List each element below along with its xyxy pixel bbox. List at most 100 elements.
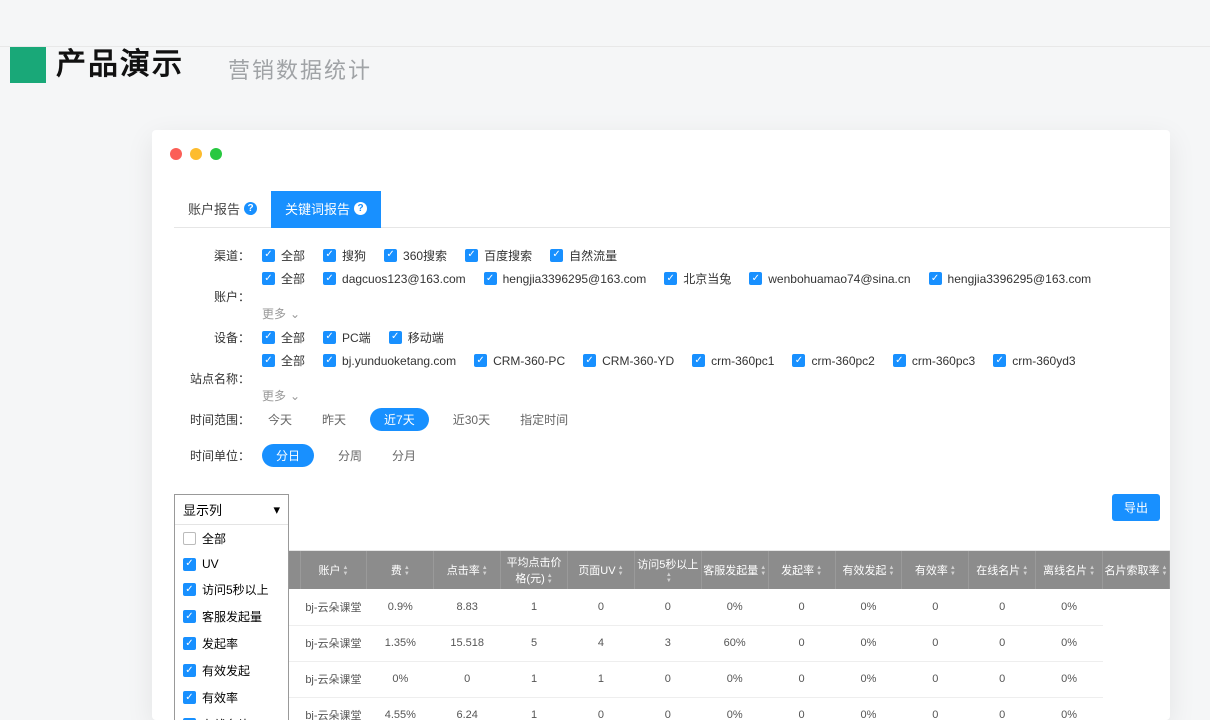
dropdown-item[interactable]: 全部 — [175, 525, 288, 552]
table-row: 线bj-云朵课堂0%01100%00%000% — [174, 661, 1170, 697]
dropdown-item-label: 访问5秒以上 — [202, 581, 269, 598]
checkbox-icon: ✓ — [749, 272, 762, 285]
checkbox-item[interactable]: ✓ wenbohuamao74@sina.cn — [749, 272, 910, 286]
tab-keyword-report[interactable]: 关键词报告 ? — [271, 191, 381, 228]
table-cell: bj-云朵课堂 — [300, 589, 367, 625]
checkbox-item[interactable]: ✓crm-360pc3 — [893, 354, 975, 368]
checkbox-item[interactable]: ✓CRM-360-PC — [474, 354, 565, 368]
dropdown-item[interactable]: ✓发起率 — [175, 630, 288, 657]
table-header[interactable]: 费 — [367, 551, 434, 589]
table-header[interactable]: 客服发起量 — [701, 551, 768, 589]
tab-account-report[interactable]: 账户报告 ? — [174, 191, 271, 228]
range-option[interactable]: 今天 — [262, 408, 298, 431]
checkbox-label: crm-360pc3 — [912, 354, 975, 368]
checkbox-item[interactable]: ✓PC端 — [323, 329, 371, 346]
dropdown-item[interactable]: ✓有效发起 — [175, 657, 288, 684]
checkbox-label: wenbohuamao74@sina.cn — [768, 272, 910, 286]
checkbox-item[interactable]: ✓全部 — [262, 270, 305, 287]
page-title: 产品演示 — [56, 47, 184, 83]
range-option[interactable]: 指定时间 — [514, 408, 574, 431]
sort-icon[interactable] — [888, 565, 894, 577]
export-button[interactable]: 导出 — [1112, 494, 1160, 521]
checkbox-item[interactable]: ✓搜狗 — [323, 247, 366, 264]
table-cell: 5 — [501, 625, 568, 661]
sort-icon[interactable] — [618, 565, 624, 577]
sort-icon[interactable] — [1022, 565, 1028, 577]
checkbox-item[interactable]: ✓360搜索 — [384, 247, 447, 264]
table-header[interactable]: 在线名片 — [969, 551, 1036, 589]
checkbox-icon: ✓ — [323, 331, 336, 344]
range-option[interactable]: 近7天 — [370, 408, 429, 431]
checkbox-item[interactable]: ✓dagcuos123@163.com — [323, 272, 466, 286]
sort-icon[interactable] — [547, 573, 553, 585]
table-header[interactable]: 发起率 — [768, 551, 835, 589]
range-option[interactable]: 昨天 — [316, 408, 352, 431]
checkbox-label: 北京当兔 — [683, 270, 731, 287]
help-icon[interactable]: ? — [244, 202, 257, 215]
sort-icon[interactable] — [666, 572, 672, 584]
table-cell: 0 — [768, 589, 835, 625]
checkbox-item[interactable]: ✓bj.yunduoketang.com — [323, 354, 456, 368]
dropdown-item[interactable]: ✓UV — [175, 552, 288, 576]
dropdown-item[interactable]: ✓客服发起量 — [175, 603, 288, 630]
table-header[interactable]: 账户 — [300, 551, 367, 589]
table-header[interactable]: 访问5秒以上 — [634, 551, 701, 589]
checkbox-item[interactable]: ✓hengjia3396295@163.com — [484, 272, 647, 286]
checkbox-label: crm-360pc1 — [711, 354, 774, 368]
table-cell: 8.83 — [434, 589, 501, 625]
table-header[interactable]: 平均点击价格(元) — [501, 551, 568, 589]
checkbox-label: hengjia3396295@163.com — [948, 272, 1092, 286]
table-cell: 0 — [969, 589, 1036, 625]
sort-icon[interactable] — [816, 565, 822, 577]
dropdown-item[interactable]: ✓有效率 — [175, 684, 288, 711]
filter-label: 渠道： — [174, 247, 250, 264]
checkbox-item[interactable]: ✓crm-360yd3 — [993, 354, 1075, 368]
checkbox-item[interactable]: ✓移动端 — [389, 329, 444, 346]
table-cell: 0% — [1036, 661, 1103, 697]
checkbox-icon: ✓ — [183, 583, 196, 596]
checkbox-item[interactable]: ✓百度搜索 — [465, 247, 532, 264]
checkbox-item[interactable]: ✓CRM-360-YD — [583, 354, 674, 368]
help-icon[interactable]: ? — [354, 202, 367, 215]
sort-icon[interactable] — [1089, 565, 1095, 577]
maximize-icon[interactable] — [210, 148, 222, 160]
close-icon[interactable] — [170, 148, 182, 160]
sort-icon[interactable] — [404, 565, 410, 577]
sort-icon[interactable] — [950, 565, 956, 577]
checkbox-item[interactable]: ✓全部 — [262, 329, 305, 346]
table-header[interactable]: 有效率 — [902, 551, 969, 589]
filter-channel: 渠道： ✓全部 ✓搜狗 ✓360搜索 ✓百度搜索 ✓自然流量 — [174, 240, 1170, 270]
dropdown-item[interactable]: ✓在线名片 — [175, 711, 288, 720]
table-cell: 0% — [835, 589, 902, 625]
table-header[interactable]: 有效发起 — [835, 551, 902, 589]
range-option[interactable]: 近30天 — [447, 408, 496, 431]
checkbox-item[interactable]: ✓crm-360pc1 — [692, 354, 774, 368]
table-header[interactable]: 点击率 — [434, 551, 501, 589]
checkbox-item[interactable]: ✓crm-360pc2 — [792, 354, 874, 368]
sort-icon[interactable] — [1162, 565, 1168, 577]
more-link[interactable]: 更多⌄ — [262, 387, 300, 404]
sort-icon[interactable] — [342, 565, 348, 577]
unit-option[interactable]: 分月 — [386, 444, 422, 467]
table-header[interactable]: 离线名片 — [1036, 551, 1103, 589]
checkbox-item[interactable]: ✓自然流量 — [550, 247, 617, 264]
more-link[interactable]: 更多⌄ — [262, 305, 300, 322]
table-header[interactable]: 名片索取率 — [1103, 551, 1170, 589]
dropdown-item-label: 客服发起量 — [202, 608, 262, 625]
filter-range: 时间范围： 今天昨天近7天近30天指定时间 — [174, 404, 1170, 434]
filter-unit: 时间单位： 分日分周分月 — [174, 440, 1170, 470]
columns-dropdown[interactable]: 显示列 ▾ 全部✓UV✓访问5秒以上✓客服发起量✓发起率✓有效发起✓有效率✓在线… — [174, 494, 289, 720]
checkbox-item[interactable]: ✓全部 — [262, 352, 305, 369]
checkbox-item[interactable]: ✓全部 — [262, 247, 305, 264]
minimize-icon[interactable] — [190, 148, 202, 160]
table-header[interactable]: 页面UV — [568, 551, 635, 589]
filter-site: 站点名称： ✓全部✓bj.yunduoketang.com✓CRM-360-PC… — [174, 352, 1170, 404]
checkbox-item[interactable]: ✓北京当兔 — [664, 270, 731, 287]
unit-option[interactable]: 分日 — [262, 444, 314, 467]
dropdown-item[interactable]: ✓ 访问5秒以上 — [175, 576, 288, 603]
unit-option[interactable]: 分周 — [332, 444, 368, 467]
sort-icon[interactable] — [760, 565, 766, 577]
checkbox-item[interactable]: ✓hengjia3396295@163.com — [929, 272, 1092, 286]
sort-icon[interactable] — [482, 565, 488, 577]
table-cell: bj-云朵课堂 — [300, 661, 367, 697]
